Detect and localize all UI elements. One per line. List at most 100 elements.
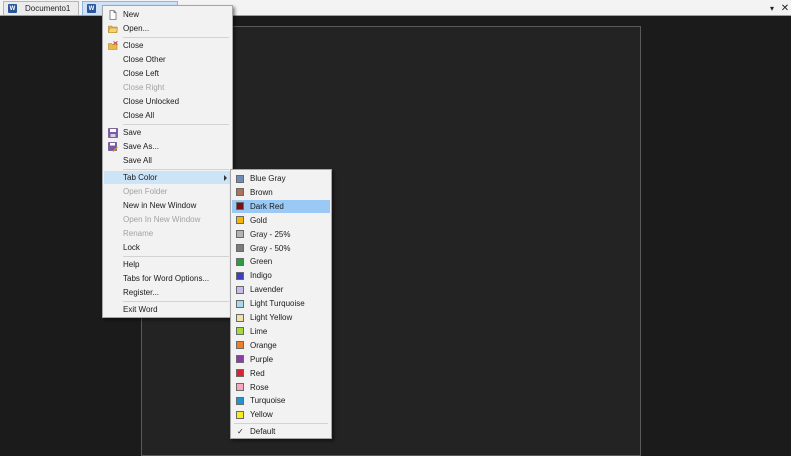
menu-item-label: Lock <box>123 243 140 252</box>
menu-item-label: Blue Gray <box>250 174 286 183</box>
color-swatch-icon <box>236 369 244 378</box>
color-swatch-icon <box>236 285 244 294</box>
menu-item-label: Close Unlocked <box>123 97 180 106</box>
menu-separator <box>123 169 229 170</box>
color-item-orange[interactable]: Orange <box>232 339 330 352</box>
color-item-lime[interactable]: Lime <box>232 325 330 338</box>
color-item-indigo[interactable]: Indigo <box>232 269 330 282</box>
menu-item-open-in-new-window: Open In New Window <box>104 213 231 226</box>
color-item-turquoise[interactable]: Turquoise <box>232 394 330 407</box>
menu-separator <box>123 301 229 302</box>
menu-item-label: Open In New Window <box>123 215 201 224</box>
close-icon[interactable]: ✕ <box>779 2 791 14</box>
tab-label: Documento1 <box>25 4 71 13</box>
color-swatch-icon <box>236 396 244 405</box>
tab-documento1[interactable]: W Documento1 <box>3 1 79 15</box>
color-item-lavender[interactable]: Lavender <box>232 283 330 296</box>
menu-item-label: Save <box>123 128 142 137</box>
color-item-gold[interactable]: Gold <box>232 214 330 227</box>
color-swatch-icon <box>236 327 244 336</box>
menu-item-close-left[interactable]: Close Left <box>104 67 231 80</box>
color-item-light-yellow[interactable]: Light Yellow <box>232 311 330 324</box>
menu-item-close-other[interactable]: Close Other <box>104 53 231 66</box>
menu-item-label: Indigo <box>250 271 272 281</box>
menu-item-label: Tab Color <box>123 173 158 182</box>
menu-item-register[interactable]: Register... <box>104 286 231 299</box>
menu-item-close[interactable]: Close <box>104 39 231 52</box>
color-item-yellow[interactable]: Yellow <box>232 408 330 421</box>
menu-item-label: Light Yellow <box>250 313 293 322</box>
new-document-icon <box>109 9 117 20</box>
menu-item-label: Exit Word <box>123 305 158 314</box>
save-icon <box>108 127 118 138</box>
color-item-red[interactable]: Red <box>232 367 330 380</box>
menu-separator <box>123 256 229 257</box>
color-swatch-icon <box>236 202 244 211</box>
menu-item-label: Brown <box>250 187 273 197</box>
word-document-icon: W <box>8 4 17 13</box>
menu-item-exit-word[interactable]: Exit Word <box>104 303 231 316</box>
menu-item-close-unlocked[interactable]: Close Unlocked <box>104 95 231 108</box>
menu-item-label: New <box>123 10 140 19</box>
color-item-rose[interactable]: Rose <box>232 381 330 394</box>
menu-item-label: Lime <box>250 326 268 336</box>
menu-item-label: Purple <box>250 354 274 364</box>
menu-item-label: Lavender <box>250 285 284 295</box>
menu-item-close-all[interactable]: Close All <box>104 109 231 122</box>
color-swatch-icon <box>236 216 244 225</box>
menu-item-new-in-new-window[interactable]: New in New Window <box>104 199 231 212</box>
menu-item-label: Turquoise <box>250 396 286 406</box>
color-item-light-turquoise[interactable]: Light Turquoise <box>232 297 330 310</box>
menu-item-label: Close <box>123 41 144 50</box>
menu-item-label: Light Turquoise <box>250 299 305 309</box>
menu-item-rename: Rename <box>104 227 231 240</box>
menu-item-label: Open... <box>123 24 150 33</box>
menu-item-label: Save As... <box>123 142 160 151</box>
menu-item-lock[interactable]: Lock <box>104 241 231 254</box>
color-item-green[interactable]: Green <box>232 255 330 268</box>
menu-item-tabs-options[interactable]: Tabs for Word Options... <box>104 272 231 285</box>
submenu-arrow-icon <box>224 174 227 181</box>
menu-item-save[interactable]: Save <box>104 126 231 139</box>
menu-item-label: Gold <box>250 215 267 225</box>
menu-item-open[interactable]: Open... <box>104 22 231 35</box>
checkmark-icon: ✓ <box>237 427 244 436</box>
menu-item-label: Open Folder <box>123 187 168 196</box>
color-swatch-icon <box>236 188 244 197</box>
color-item-default[interactable]: ✓ Default <box>232 425 330 438</box>
menu-item-label: Rose <box>250 382 269 392</box>
menu-item-save-all[interactable]: Save All <box>104 154 231 167</box>
color-swatch-icon <box>236 341 244 350</box>
menu-item-label: Orange <box>250 340 277 350</box>
color-item-gray-50[interactable]: Gray - 50% <box>232 242 330 255</box>
menu-item-label: Red <box>250 368 265 378</box>
menu-item-label: Register... <box>123 288 160 297</box>
color-swatch-icon <box>236 174 244 183</box>
color-swatch-icon <box>236 410 244 419</box>
color-swatch-icon <box>236 244 244 252</box>
menu-item-tab-color[interactable]: Tab Color <box>104 171 231 184</box>
menu-item-label: Help <box>123 260 140 269</box>
menu-item-label: Close Left <box>123 69 160 78</box>
color-item-dark-red[interactable]: Dark Red <box>232 199 330 213</box>
menu-item-label: Close Right <box>123 83 165 92</box>
tab-list-dropdown-icon[interactable]: ▾ <box>766 2 778 14</box>
word-document-icon: W <box>87 4 96 13</box>
open-folder-icon <box>108 25 118 33</box>
color-item-brown[interactable]: Brown <box>232 186 330 199</box>
color-swatch-icon <box>236 299 244 308</box>
menu-item-save-as[interactable]: Save As... <box>104 140 231 153</box>
menu-separator <box>123 124 229 125</box>
color-swatch-icon <box>236 257 244 266</box>
color-item-gray-25[interactable]: Gray - 25% <box>232 228 330 241</box>
menu-item-new[interactable]: New <box>104 8 231 21</box>
menu-item-help[interactable]: Help <box>104 258 231 271</box>
color-swatch-icon <box>236 313 244 322</box>
menu-item-label: Dark Red <box>250 201 284 211</box>
tab-color-submenu: Blue Gray Brown Dark Red Gold Gray - 25% Gray… <box>230 169 332 439</box>
menu-item-label: Yellow <box>250 410 273 420</box>
color-item-blue-gray[interactable]: Blue Gray <box>232 172 330 185</box>
save-as-icon <box>108 141 118 152</box>
color-item-purple[interactable]: Purple <box>232 353 330 366</box>
color-swatch-icon <box>236 383 244 391</box>
